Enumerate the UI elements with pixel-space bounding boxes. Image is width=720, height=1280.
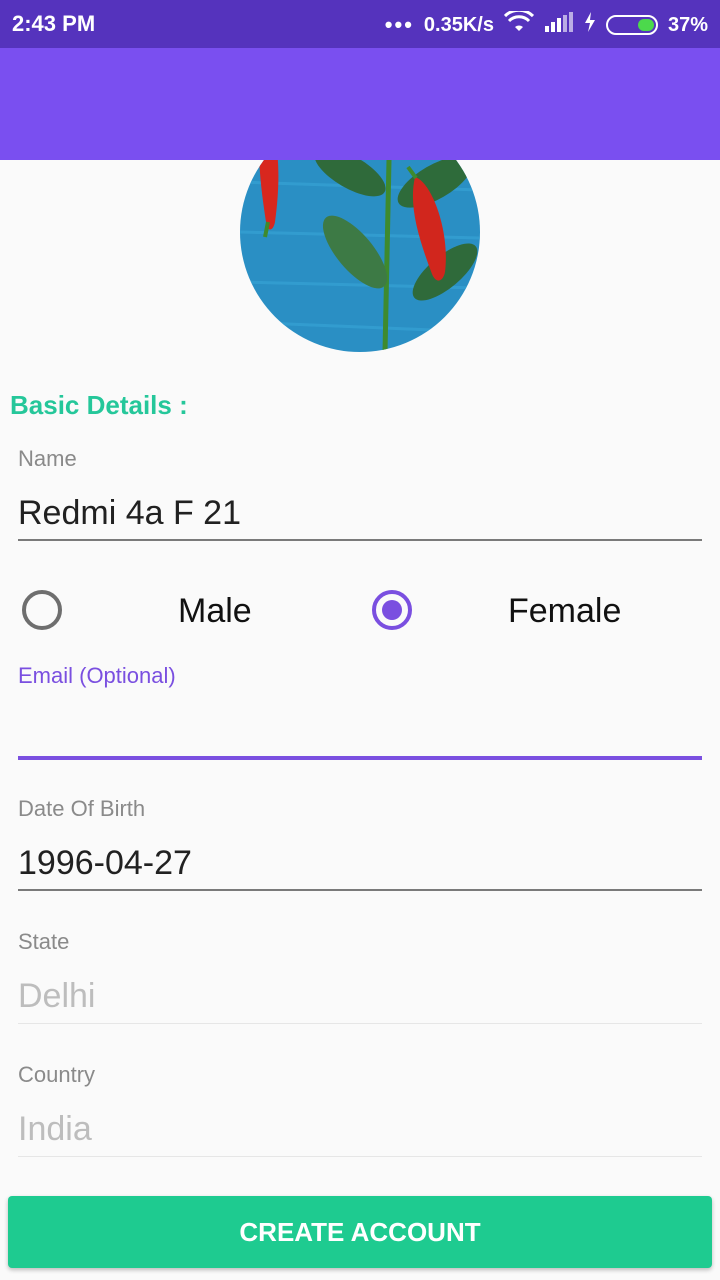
signal-icon xyxy=(544,12,574,38)
state-underline xyxy=(18,1023,702,1024)
charging-icon xyxy=(584,12,596,38)
dob-underline xyxy=(18,889,702,891)
dob-label: Date Of Birth xyxy=(18,796,146,821)
female-label[interactable]: Female xyxy=(508,592,621,631)
status-bar: 2:43 PM ••• 0.35K/s 37% xyxy=(0,0,720,48)
basic-details-title: Basic Details : xyxy=(10,390,188,420)
email-label: Email (Optional) xyxy=(18,663,176,688)
status-icons: ••• 0.35K/s 37% xyxy=(384,8,708,39)
country-label: Country xyxy=(18,1062,96,1087)
app-bar xyxy=(0,48,720,160)
state-input[interactable]: Delhi xyxy=(18,977,95,1016)
dob-input[interactable]: 1996-04-27 xyxy=(18,844,192,883)
country-input[interactable]: India xyxy=(18,1110,92,1149)
name-label: Name xyxy=(18,446,77,471)
male-label[interactable]: Male xyxy=(178,592,252,631)
network-speed: 0.35K/s xyxy=(423,13,494,36)
more-dots-icon: ••• xyxy=(384,12,414,37)
email-underline xyxy=(18,756,702,760)
status-time: 2:43 PM xyxy=(12,11,96,36)
name-input[interactable]: Redmi 4a F 21 xyxy=(18,494,241,533)
name-underline xyxy=(18,539,702,541)
battery-percent: 37% xyxy=(667,13,708,36)
create-account-button[interactable]: CREATE ACCOUNT xyxy=(8,1196,712,1268)
male-radio[interactable] xyxy=(22,590,62,630)
female-radio[interactable] xyxy=(372,590,412,630)
wifi-icon xyxy=(503,8,535,39)
country-underline xyxy=(18,1156,702,1157)
state-label: State xyxy=(18,929,70,954)
battery-icon xyxy=(605,15,658,35)
